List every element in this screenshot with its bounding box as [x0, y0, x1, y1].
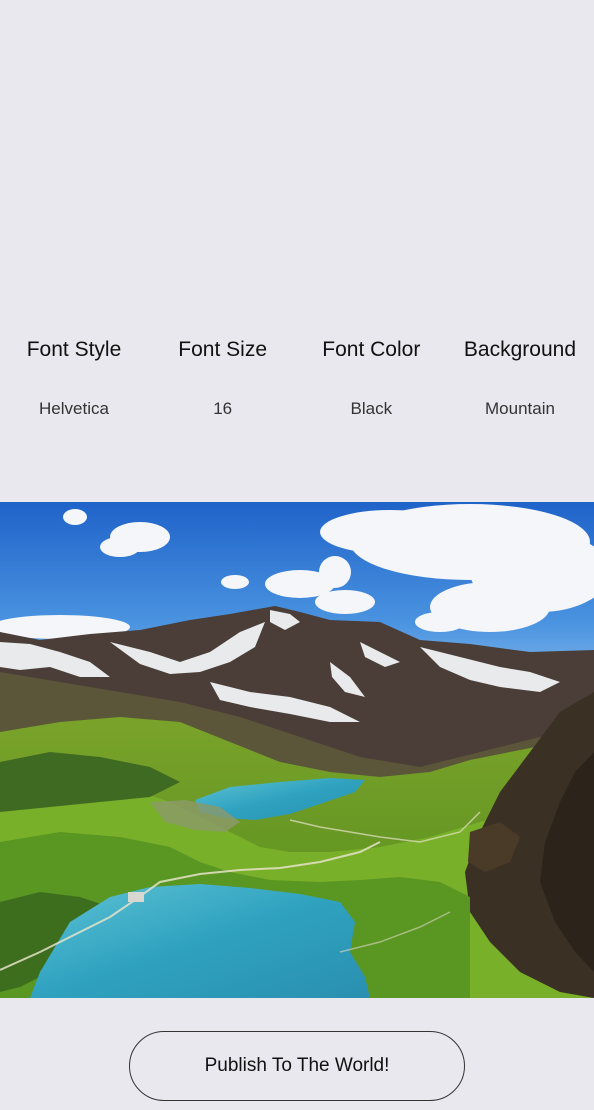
setting-label-font-size: Font Size	[178, 338, 268, 361]
setting-label-font-color: Font Color	[322, 338, 421, 361]
setting-background[interactable]: Background Mountain	[446, 336, 594, 420]
setting-value-font-size[interactable]: 16	[213, 398, 232, 420]
setting-value-font-style[interactable]: Helvetica	[39, 398, 109, 420]
setting-label-background: Background	[463, 338, 576, 361]
publish-button[interactable]: Publish To The World!	[129, 1031, 465, 1101]
setting-value-background[interactable]: Mountain	[485, 398, 555, 420]
setting-font-color[interactable]: Font Color Black	[297, 336, 445, 420]
setting-value-font-color[interactable]: Black	[351, 398, 393, 420]
background-preview-image	[0, 502, 594, 998]
setting-font-size[interactable]: Font Size 16	[149, 336, 297, 420]
settings-row: Font Style Helvetica Font Size 16 Font C…	[0, 336, 594, 420]
setting-label-font-style: Font Style	[26, 338, 122, 361]
setting-font-style[interactable]: Font Style Helvetica	[0, 336, 148, 420]
mountain-landscape-image	[0, 502, 594, 998]
